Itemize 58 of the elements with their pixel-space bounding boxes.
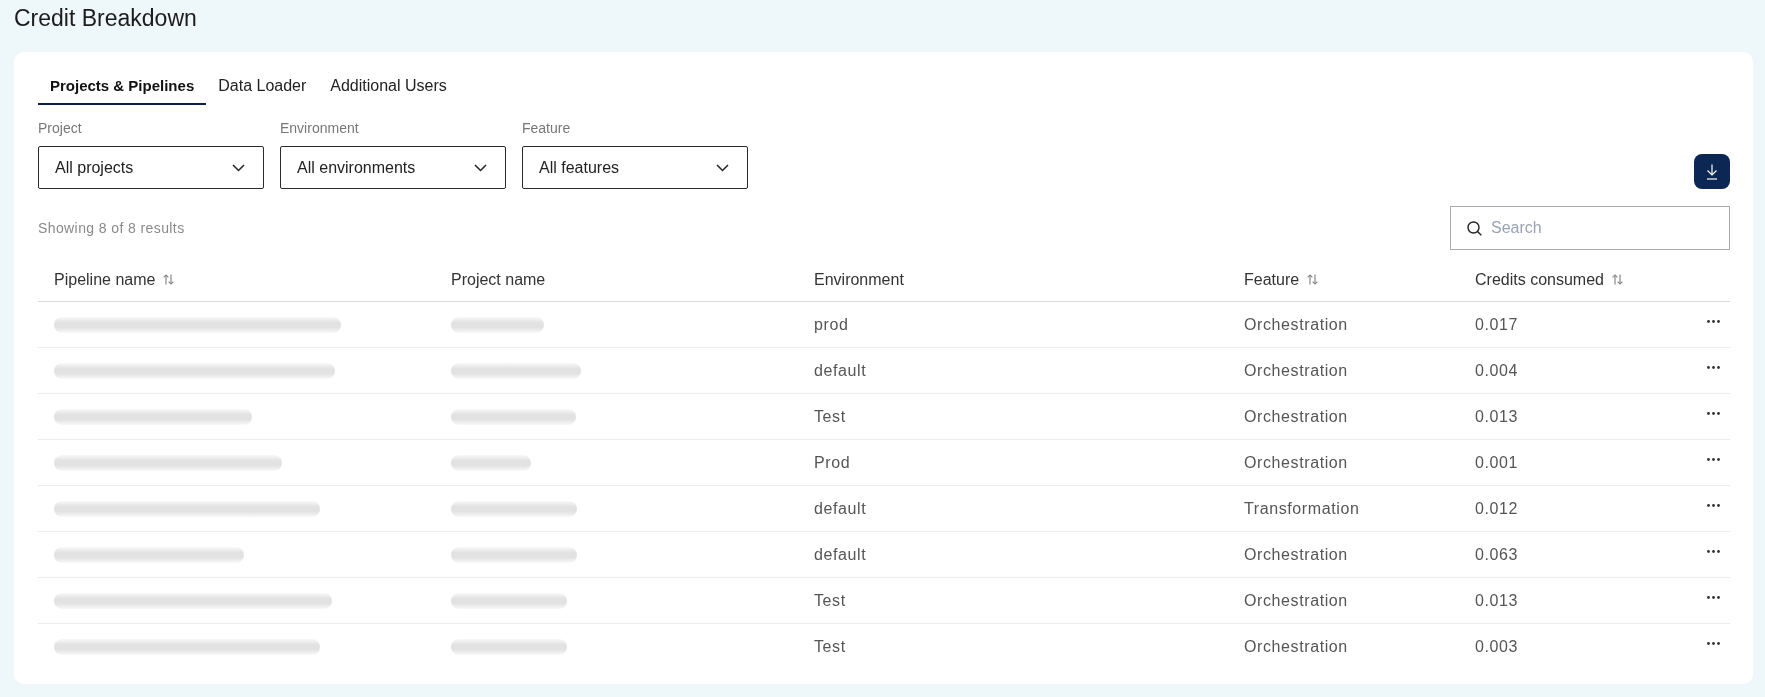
table-cell: prod — [814, 315, 849, 334]
results-count: Showing 8 of 8 results — [38, 220, 185, 236]
table-cell: Prod — [814, 453, 851, 472]
table-cell: Test — [814, 637, 846, 656]
table-cell: 0.012 — [1475, 499, 1519, 518]
chevron-down-icon — [474, 163, 487, 172]
tab[interactable]: Additional Users — [318, 68, 459, 105]
table-cell: 0.063 — [1475, 545, 1519, 564]
table-cell: Test — [814, 591, 846, 610]
table-cell: Orchestration — [1244, 361, 1348, 380]
table-cell: default — [814, 361, 867, 380]
table-cell: Test — [814, 407, 846, 426]
sort-icon[interactable] — [163, 274, 175, 285]
more-icon[interactable] — [1706, 365, 1720, 369]
more-icon[interactable] — [1706, 595, 1720, 599]
filter-label: Environment — [280, 119, 360, 137]
tab[interactable]: Data Loader — [206, 68, 319, 105]
more-icon[interactable] — [1706, 457, 1720, 461]
table-cell: 0.013 — [1475, 407, 1519, 426]
page-title: Credit Breakdown — [14, 4, 198, 32]
filter-label: Feature — [522, 119, 572, 137]
table-cell: Transformation — [1244, 499, 1360, 518]
chevron-down-icon — [716, 163, 729, 172]
table-cell: 0.004 — [1475, 361, 1519, 380]
table-cell: Orchestration — [1244, 637, 1348, 656]
table-cell: 0.013 — [1475, 591, 1519, 610]
search-field[interactable]: Search — [1450, 206, 1730, 250]
table-cell: default — [814, 499, 867, 518]
chevron-down-icon — [232, 163, 245, 172]
filter-label: Project — [38, 119, 83, 137]
more-icon[interactable] — [1706, 641, 1720, 645]
column-header: Credits consumed — [1475, 270, 1604, 289]
tab[interactable]: Projects & Pipelines — [38, 68, 207, 105]
filter-dropdown[interactable]: All environments — [280, 146, 506, 189]
table-cell: 0.017 — [1475, 315, 1519, 334]
table-cell: Orchestration — [1244, 591, 1348, 610]
table-cell: Orchestration — [1244, 407, 1348, 426]
more-icon[interactable] — [1706, 503, 1720, 507]
column-header: Pipeline name — [54, 270, 156, 289]
column-header: Environment — [814, 270, 904, 289]
table-cell: Orchestration — [1244, 453, 1348, 472]
sort-icon[interactable] — [1307, 274, 1319, 285]
sort-icon[interactable] — [1611, 274, 1623, 285]
table-cell: 0.003 — [1475, 637, 1519, 656]
download-button[interactable] — [1694, 154, 1730, 189]
download-icon — [1706, 163, 1718, 180]
table-cell: Orchestration — [1244, 545, 1348, 564]
more-icon[interactable] — [1706, 549, 1720, 553]
table-cell: default — [814, 545, 867, 564]
table-cell: Orchestration — [1244, 315, 1348, 334]
filter-dropdown[interactable]: All features — [522, 146, 748, 189]
more-icon[interactable] — [1706, 319, 1720, 323]
filter-dropdown[interactable]: All projects — [38, 146, 264, 189]
search-icon — [1467, 221, 1482, 236]
column-header: Feature — [1244, 270, 1300, 289]
more-icon[interactable] — [1706, 411, 1720, 415]
column-header: Project name — [451, 270, 546, 289]
table-cell: 0.001 — [1475, 453, 1519, 472]
